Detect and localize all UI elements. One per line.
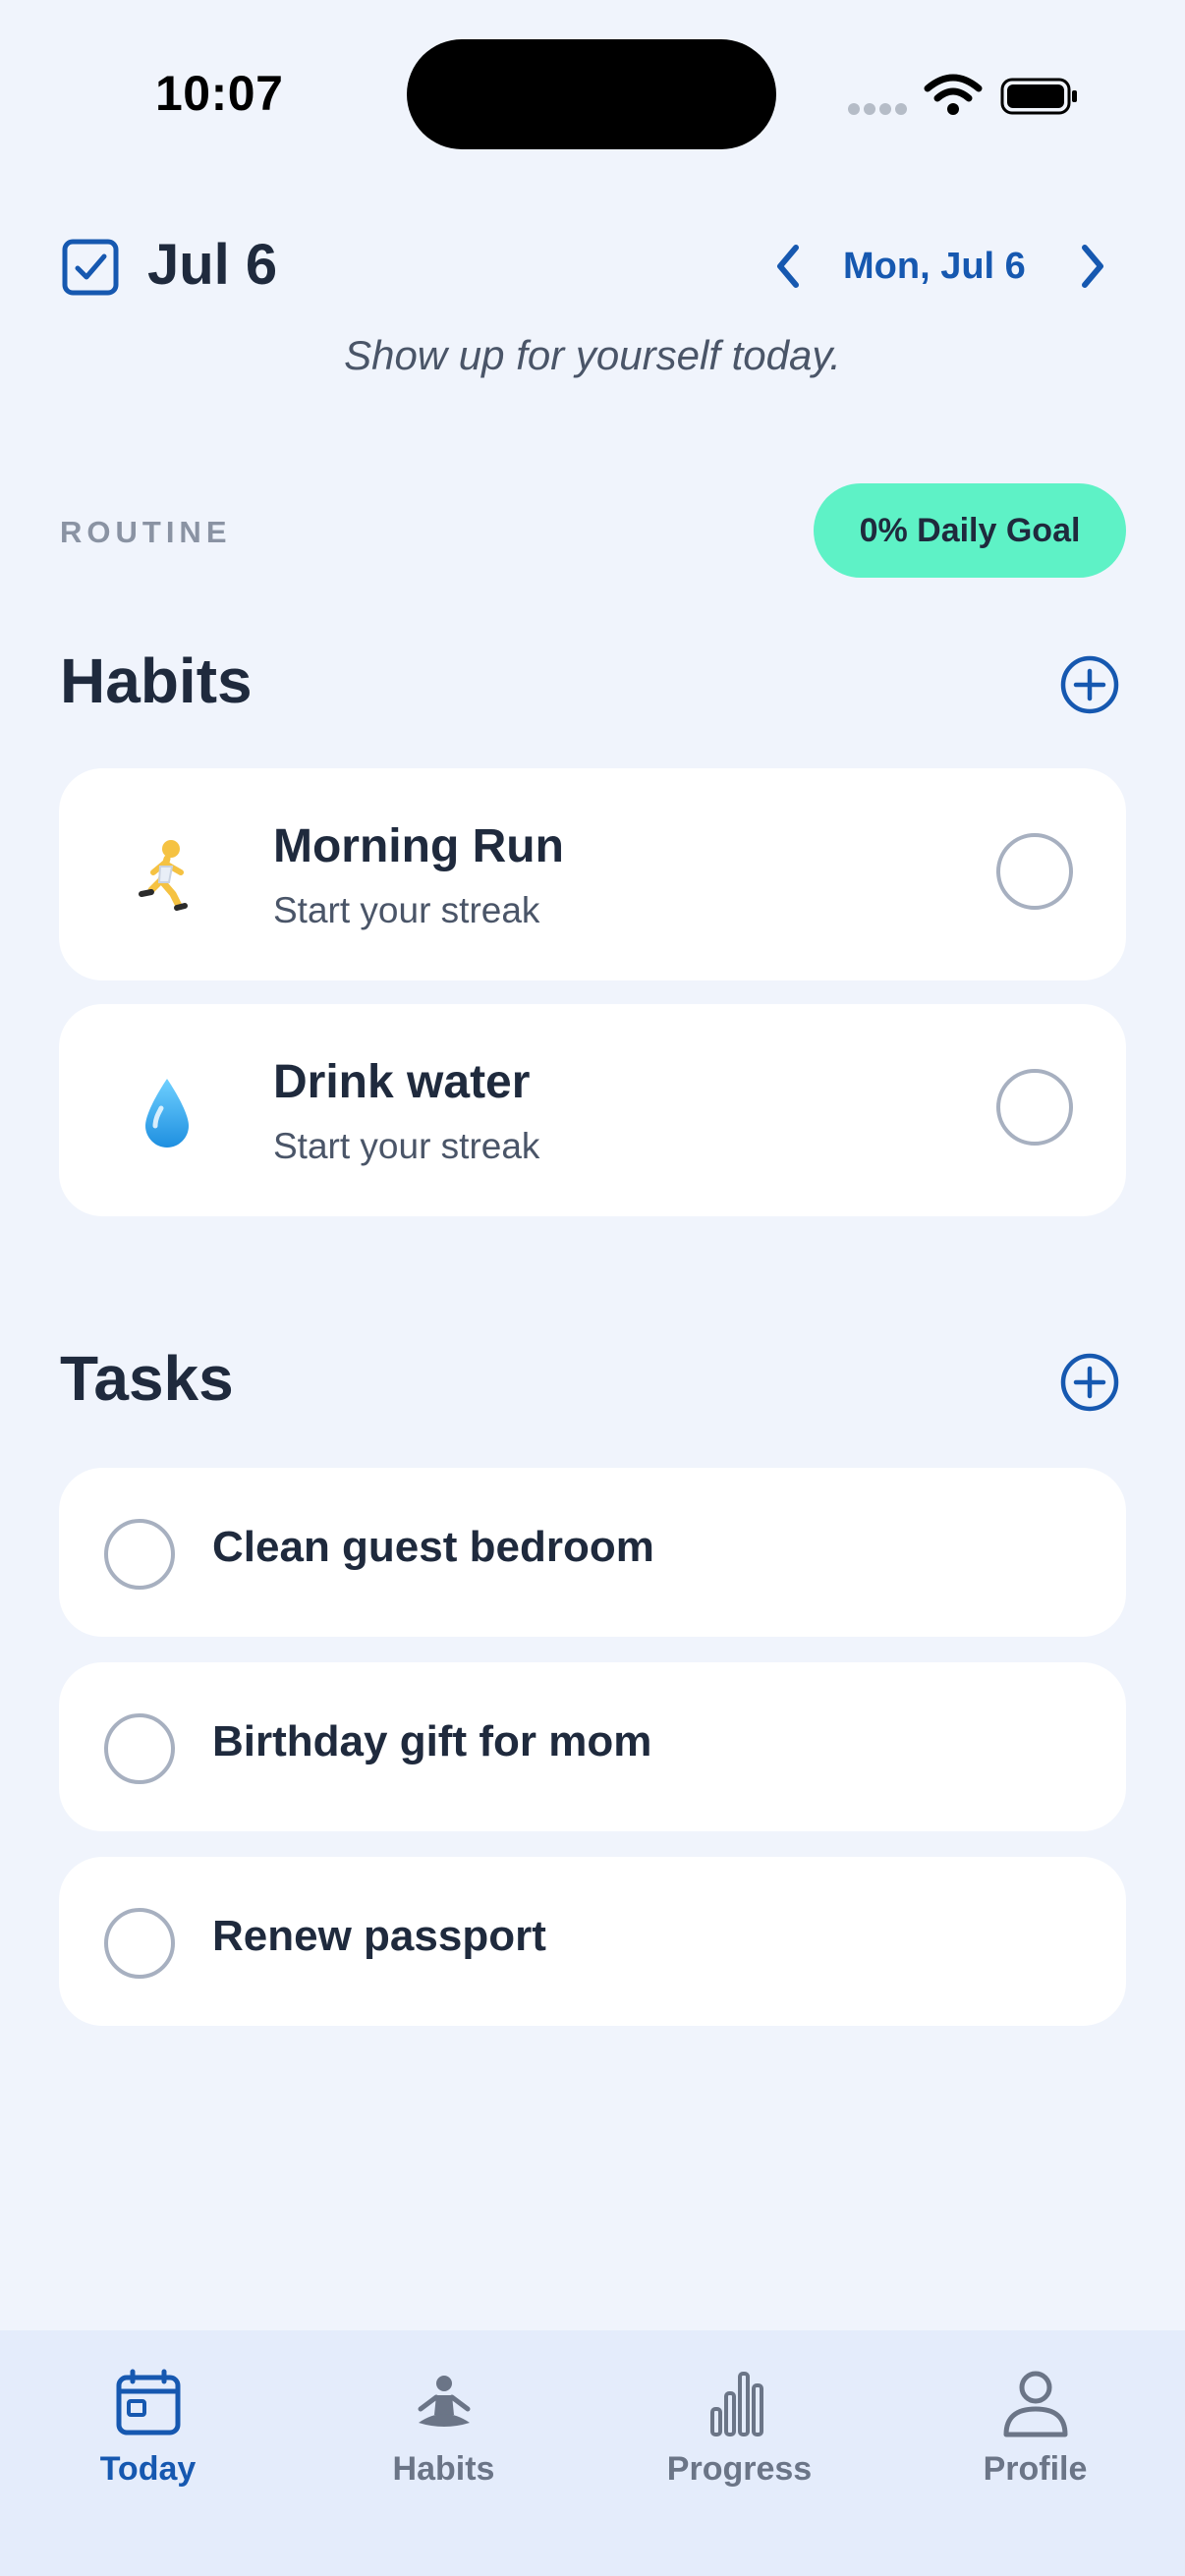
habit-name: Drink water xyxy=(273,1056,531,1108)
wifi-icon xyxy=(924,74,983,115)
task-card[interactable]: Renew passport xyxy=(59,1857,1126,2026)
tab-label: Today xyxy=(99,2450,197,2488)
habit-streak-text: Start your streak xyxy=(273,890,540,930)
tab-label: Profile xyxy=(983,2450,1088,2488)
running-person-icon xyxy=(139,840,188,911)
habit-complete-toggle[interactable] xyxy=(996,1069,1073,1146)
habit-card[interactable]: Drink water Start your streak xyxy=(59,1004,1126,1216)
habit-card[interactable]: Morning Run Start your streak xyxy=(59,768,1126,980)
task-complete-toggle[interactable] xyxy=(104,1519,175,1590)
checkbox-icon xyxy=(62,239,119,296)
previous-day-button[interactable] xyxy=(766,240,810,293)
page-title: Jul 6 xyxy=(147,233,278,297)
habit-complete-toggle[interactable] xyxy=(996,833,1073,910)
calendar-icon xyxy=(116,2369,180,2436)
habit-name: Morning Run xyxy=(273,820,564,872)
add-habit-button[interactable] xyxy=(1059,654,1120,715)
task-card[interactable]: Clean guest bedroom xyxy=(59,1468,1126,1637)
tagline: Show up for yourself today. xyxy=(344,332,841,378)
tab-label: Habits xyxy=(392,2450,495,2488)
tab-label: Progress xyxy=(666,2450,813,2488)
battery-icon xyxy=(1000,78,1077,115)
task-card[interactable]: Birthday gift for mom xyxy=(59,1662,1126,1831)
task-complete-toggle[interactable] xyxy=(104,1713,175,1784)
tab-today[interactable]: Today xyxy=(0,2330,296,2576)
task-name: Birthday gift for mom xyxy=(212,1717,652,1765)
habit-streak-text: Start your streak xyxy=(273,1126,540,1166)
tab-habits[interactable]: Habits xyxy=(296,2330,592,2576)
cellular-signal-icon xyxy=(848,102,911,120)
task-name: Renew passport xyxy=(212,1912,546,1960)
water-drop-icon xyxy=(145,1079,189,1148)
next-day-button[interactable] xyxy=(1071,240,1114,293)
routine-section-label: ROUTINE xyxy=(60,515,232,549)
person-icon xyxy=(1003,2371,1067,2437)
status-time: 10:07 xyxy=(155,66,284,121)
task-name: Clean guest bedroom xyxy=(212,1523,654,1571)
tab-profile[interactable]: Profile xyxy=(887,2330,1183,2576)
habits-section-title: Habits xyxy=(60,645,253,716)
daily-goal-badge: 0% Daily Goal xyxy=(814,483,1126,578)
tab-progress[interactable]: Progress xyxy=(592,2330,887,2576)
tasks-section-title: Tasks xyxy=(60,1343,234,1414)
bar-chart-icon xyxy=(709,2372,763,2436)
current-date-label[interactable]: Mon, Jul 6 xyxy=(843,246,1026,288)
meditation-icon xyxy=(418,2376,470,2427)
status-bar: 10:07 xyxy=(0,0,1185,196)
dynamic-island xyxy=(407,39,776,149)
tab-bar: Today Habits Progress Profile xyxy=(0,2330,1185,2576)
task-complete-toggle[interactable] xyxy=(104,1908,175,1979)
add-task-button[interactable] xyxy=(1059,1352,1120,1413)
